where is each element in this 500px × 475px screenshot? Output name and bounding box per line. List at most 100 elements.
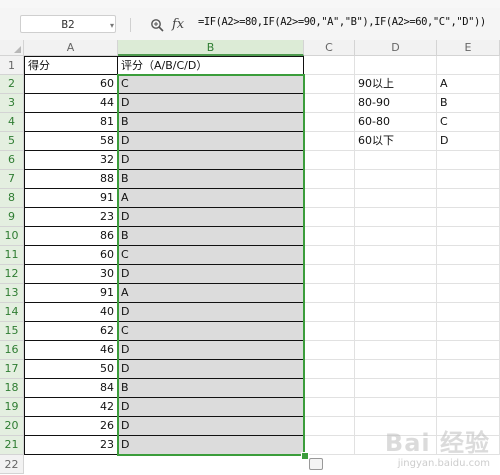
- grade-cell[interactable]: D: [118, 436, 304, 455]
- legend-grade-cell[interactable]: [437, 303, 500, 322]
- row-header[interactable]: 15: [0, 322, 24, 341]
- score-cell[interactable]: 26: [24, 417, 118, 436]
- row-header[interactable]: 6: [0, 151, 24, 170]
- row-header[interactable]: 14: [0, 303, 24, 322]
- row-header[interactable]: 9: [0, 208, 24, 227]
- cell[interactable]: [304, 94, 355, 113]
- legend-range-cell[interactable]: [355, 322, 437, 341]
- legend-grade-cell[interactable]: C: [437, 113, 500, 132]
- grade-cell[interactable]: B: [118, 379, 304, 398]
- spreadsheet-grid[interactable]: A B C D E 1 得分 评分（A/B/C/D） 2 60 C 90以上 A 3 44 D 80-90 B 4 8…: [0, 40, 500, 475]
- quick-analysis-icon[interactable]: [309, 458, 323, 470]
- column-header-b[interactable]: B: [118, 40, 304, 56]
- grade-cell[interactable]: C: [118, 75, 304, 94]
- cell[interactable]: [304, 398, 355, 417]
- cell[interactable]: [304, 265, 355, 284]
- grade-cell[interactable]: A: [118, 284, 304, 303]
- cell[interactable]: [304, 189, 355, 208]
- score-cell[interactable]: 42: [24, 398, 118, 417]
- formula-input[interactable]: =IF(A2>=80,IF(A2>=90,"A","B"),IF(A2>=60,…: [198, 16, 486, 28]
- row-header[interactable]: 22: [0, 455, 24, 474]
- legend-range-cell[interactable]: [355, 341, 437, 360]
- legend-range-cell[interactable]: [355, 360, 437, 379]
- row-header[interactable]: 18: [0, 379, 24, 398]
- legend-range-cell[interactable]: [355, 246, 437, 265]
- legend-grade-cell[interactable]: [437, 379, 500, 398]
- legend-range-cell[interactable]: 60-80: [355, 113, 437, 132]
- row-header[interactable]: 8: [0, 189, 24, 208]
- legend-range-cell[interactable]: [355, 227, 437, 246]
- cell[interactable]: [304, 341, 355, 360]
- row-header[interactable]: 21: [0, 436, 24, 455]
- legend-grade-cell[interactable]: [437, 227, 500, 246]
- cell[interactable]: [304, 284, 355, 303]
- row-header[interactable]: 7: [0, 170, 24, 189]
- score-cell[interactable]: 91: [24, 189, 118, 208]
- chevron-down-icon[interactable]: ▾: [110, 21, 114, 30]
- score-cell[interactable]: 84: [24, 379, 118, 398]
- name-box[interactable]: B2: [20, 15, 116, 33]
- legend-grade-cell[interactable]: D: [437, 132, 500, 151]
- row-header[interactable]: 1: [0, 56, 24, 75]
- header-cell-score[interactable]: 得分: [24, 56, 118, 75]
- column-header-a[interactable]: A: [24, 40, 118, 56]
- score-cell[interactable]: 60: [24, 75, 118, 94]
- column-header-c[interactable]: C: [304, 40, 355, 56]
- grade-cell[interactable]: D: [118, 132, 304, 151]
- fx-icon[interactable]: fx: [172, 17, 184, 32]
- grade-cell[interactable]: B: [118, 170, 304, 189]
- legend-grade-cell[interactable]: [437, 265, 500, 284]
- cell[interactable]: [304, 436, 355, 455]
- zoom-icon[interactable]: [150, 18, 166, 35]
- cell[interactable]: [304, 303, 355, 322]
- column-header-d[interactable]: D: [355, 40, 437, 56]
- legend-range-cell[interactable]: 80-90: [355, 94, 437, 113]
- row-header[interactable]: 12: [0, 265, 24, 284]
- grade-cell[interactable]: D: [118, 94, 304, 113]
- score-cell[interactable]: 81: [24, 113, 118, 132]
- column-header-e[interactable]: E: [437, 40, 500, 56]
- row-header[interactable]: 13: [0, 284, 24, 303]
- fill-handle[interactable]: [301, 452, 309, 460]
- row-header[interactable]: 5: [0, 132, 24, 151]
- legend-grade-cell[interactable]: [437, 398, 500, 417]
- grade-cell[interactable]: D: [118, 303, 304, 322]
- row-header[interactable]: 3: [0, 94, 24, 113]
- legend-grade-cell[interactable]: [437, 208, 500, 227]
- row-header[interactable]: 19: [0, 398, 24, 417]
- grade-cell[interactable]: A: [118, 189, 304, 208]
- legend-range-cell[interactable]: [355, 398, 437, 417]
- cell[interactable]: [304, 208, 355, 227]
- row-header[interactable]: 16: [0, 341, 24, 360]
- grade-cell[interactable]: D: [118, 398, 304, 417]
- grade-cell[interactable]: D: [118, 208, 304, 227]
- cell[interactable]: [304, 227, 355, 246]
- legend-grade-cell[interactable]: A: [437, 75, 500, 94]
- cell[interactable]: [304, 132, 355, 151]
- legend-range-cell[interactable]: [355, 284, 437, 303]
- cell[interactable]: [304, 246, 355, 265]
- score-cell[interactable]: 88: [24, 170, 118, 189]
- legend-range-cell[interactable]: [355, 151, 437, 170]
- score-cell[interactable]: 62: [24, 322, 118, 341]
- legend-range-cell[interactable]: [355, 170, 437, 189]
- score-cell[interactable]: 46: [24, 341, 118, 360]
- legend-range-cell[interactable]: [355, 189, 437, 208]
- cell[interactable]: [304, 360, 355, 379]
- legend-grade-cell[interactable]: [437, 189, 500, 208]
- legend-range-cell[interactable]: [355, 208, 437, 227]
- cell[interactable]: [304, 151, 355, 170]
- grade-cell[interactable]: B: [118, 227, 304, 246]
- cell[interactable]: [304, 379, 355, 398]
- header-cell-grade[interactable]: 评分（A/B/C/D）: [118, 56, 304, 75]
- score-cell[interactable]: 23: [24, 208, 118, 227]
- legend-grade-cell[interactable]: B: [437, 94, 500, 113]
- cell[interactable]: [355, 56, 437, 75]
- legend-grade-cell[interactable]: [437, 246, 500, 265]
- score-cell[interactable]: 50: [24, 360, 118, 379]
- grade-cell[interactable]: B: [118, 113, 304, 132]
- legend-range-cell[interactable]: [355, 303, 437, 322]
- row-header[interactable]: 4: [0, 113, 24, 132]
- grade-cell[interactable]: C: [118, 246, 304, 265]
- legend-grade-cell[interactable]: [437, 170, 500, 189]
